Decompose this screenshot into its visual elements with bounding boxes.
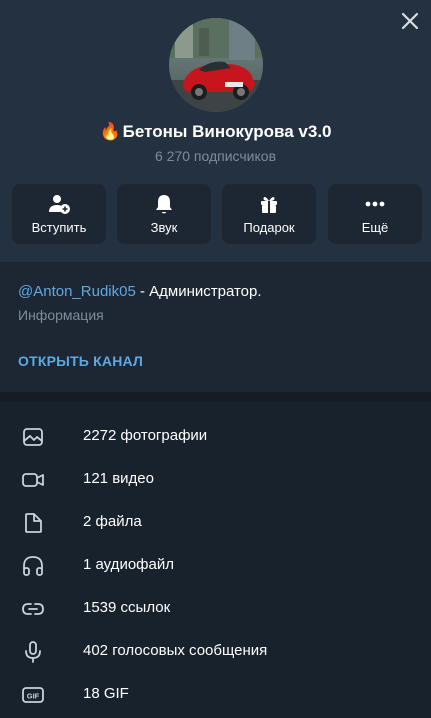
shared-media-list: 2272 фотографии 121 видео 2 файла 1 ауди…: [0, 402, 431, 718]
link-icon: [21, 597, 45, 621]
join-button[interactable]: Вступить: [12, 184, 106, 244]
channel-info-section: @Anton_Rudik05 - Администратор. Информац…: [0, 262, 431, 392]
video-icon: [21, 468, 45, 492]
more-label: Ещё: [361, 220, 389, 235]
open-channel-button[interactable]: ОТКРЫТЬ КАНАЛ: [18, 353, 143, 369]
sound-label: Звук: [150, 220, 178, 235]
admin-mention-link[interactable]: @Anton_Rudik05: [18, 283, 136, 300]
microphone-icon: [21, 640, 45, 664]
flame-icon: 🔥: [99, 122, 121, 141]
info-caption: Информация: [18, 307, 104, 323]
sound-button[interactable]: Звук: [117, 184, 211, 244]
gift-icon: [257, 192, 281, 216]
media-row-audio[interactable]: 1 аудиофайл: [0, 544, 431, 587]
section-divider: [0, 392, 431, 402]
media-row-gif[interactable]: GIF 18 GIF: [0, 673, 431, 716]
add-user-icon: [47, 192, 71, 216]
media-label-voice: 402 голосовых сообщения: [83, 642, 268, 659]
channel-avatar[interactable]: [169, 18, 263, 112]
media-row-photos[interactable]: 2272 фотографии: [0, 415, 431, 458]
bell-icon: [152, 192, 176, 216]
media-label-videos: 121 видео: [83, 470, 154, 487]
gif-icon: GIF: [21, 683, 45, 707]
headphones-icon: [21, 554, 45, 578]
channel-description: @Anton_Rudik05 - Администратор.: [18, 283, 262, 300]
media-label-links: 1539 ссылок: [83, 599, 171, 616]
media-label-photos: 2272 фотографии: [83, 427, 208, 444]
media-row-links[interactable]: 1539 ссылок: [0, 587, 431, 630]
channel-title: 🔥 Бетоны Винокурова v3.0: [0, 120, 431, 144]
media-label-files: 2 файла: [83, 513, 142, 530]
description-text: - Администратор.: [135, 283, 262, 300]
media-label-gif: 18 GIF: [83, 685, 129, 702]
channel-title-text: Бетоны Винокурова v3.0: [122, 122, 332, 141]
more-icon: [363, 192, 387, 216]
gift-button[interactable]: Подарок: [222, 184, 316, 244]
media-row-videos[interactable]: 121 видео: [0, 458, 431, 501]
channel-header: 🔥 Бетоны Винокурова v3.0 6 270 подписчико…: [0, 0, 431, 262]
subscriber-count: 6 270 подписчиков: [154, 148, 277, 164]
media-label-audio: 1 аудиофайл: [83, 556, 174, 573]
media-row-voice[interactable]: 402 голосовых сообщения: [0, 630, 431, 673]
media-row-files[interactable]: 2 файла: [0, 501, 431, 544]
channel-info-panel: 🔥 Бетоны Винокурова v3.0 6 270 подписчико…: [0, 0, 431, 718]
file-icon: [21, 511, 45, 535]
svg-text:GIF: GIF: [27, 692, 40, 701]
more-button[interactable]: Ещё: [328, 184, 422, 244]
action-buttons: Вступить Звук Подарок Ещё: [12, 184, 422, 244]
photo-icon: [21, 425, 45, 449]
close-icon[interactable]: [399, 10, 421, 32]
gift-label: Подарок: [243, 220, 295, 235]
join-label: Вступить: [31, 220, 87, 235]
